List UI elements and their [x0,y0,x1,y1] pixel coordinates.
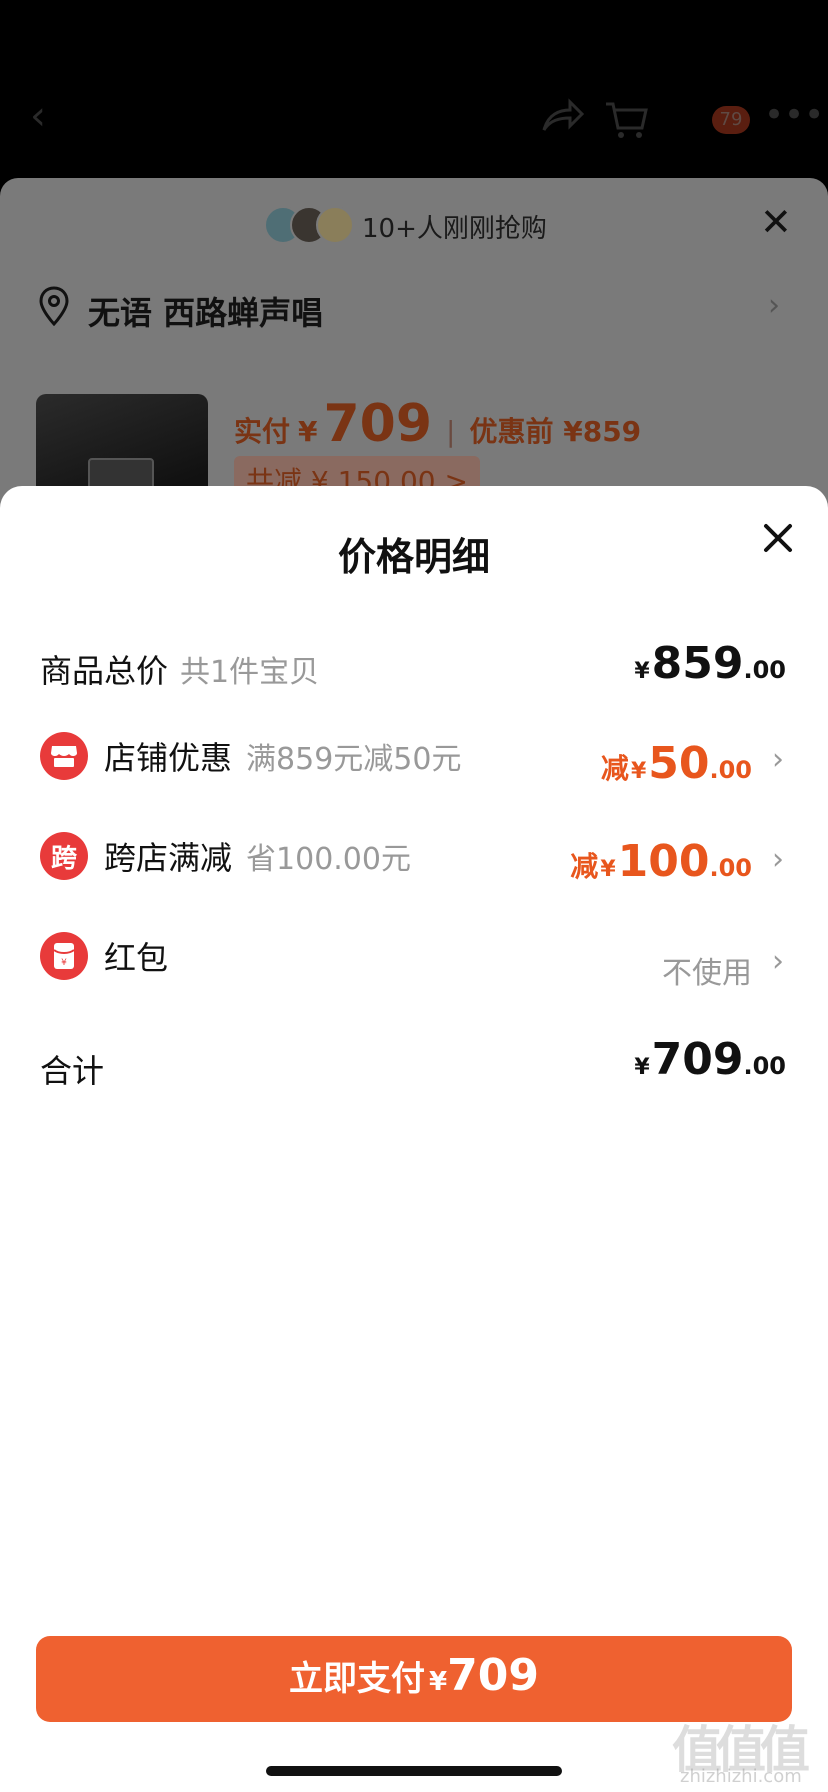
minus-prefix: 减 [570,850,599,883]
close-icon[interactable]: ✕ [760,200,792,244]
store-discount-amount[interactable]: 减 ¥ 50 .00 [601,738,752,789]
location-pin-icon [39,286,69,326]
top-navigation-bar: ‹ 79 ••• [0,0,828,178]
amount-integer: 100 [617,836,710,887]
cart-count-badge: 79 [712,106,750,134]
currency-symbol: ¥ [630,759,647,784]
red-packet-icon: ¥ [40,932,88,980]
cross-store-discount-amount[interactable]: 减 ¥ 100 .00 [570,836,752,887]
price-summary: 实付 ¥ 709 | 优惠前 ¥859 [234,394,641,454]
row-label: 合计 [40,1052,105,1090]
row-subtext: 满859元减50元 [246,742,462,777]
amount-decimal: .00 [709,854,752,882]
price-before-discount: 优惠前 ¥859 [469,415,642,448]
avatar [316,206,354,244]
amount-integer: 859 [651,638,744,689]
close-icon[interactable] [756,516,800,560]
pay-button-label: 立即支付 [289,1659,426,1699]
row-total: 合计 [40,1046,104,1092]
currency-symbol: ¥ [429,1667,448,1697]
amount-integer: 50 [648,738,710,789]
row-red-packet[interactable]: ¥ 红包 [40,932,168,980]
home-indicator[interactable] [266,1766,562,1776]
red-packet-value[interactable]: 不使用 [662,948,752,992]
row-subtext: 省100.00元 [246,842,411,877]
row-store-discount[interactable]: 店铺优惠 满859元减50元 [40,732,461,780]
watermark-text: zhizhizhi.com [680,1766,802,1787]
row-label: 跨店满减 [104,839,233,877]
row-subtext: 共1件宝贝 [180,655,320,690]
back-icon[interactable]: ‹ [30,96,46,136]
row-goods-total: 商品总价 共1件宝贝 [40,646,319,692]
currency-symbol: ¥ [298,415,318,448]
row-label: 商品总价 [40,652,169,690]
delivery-address[interactable]: 无语 西路蝉声唱 [88,288,323,334]
currency-symbol: ¥ [634,1055,650,1080]
goods-total-amount: ¥ 859 .00 [634,638,786,689]
row-label: 红包 [104,939,169,977]
divider: | [446,415,456,448]
row-cross-store-discount[interactable]: 跨 跨店满减 省100.00元 [40,832,411,880]
total-amount: ¥ 709 .00 [634,1034,786,1085]
store-icon [40,732,88,780]
chevron-right-icon[interactable]: › [772,944,784,979]
amount-decimal: .00 [709,756,752,784]
amount-integer: 709 [651,1034,744,1085]
actual-price: 709 [323,394,433,454]
svg-text:¥: ¥ [61,958,67,968]
cross-store-icon-text: 跨 [50,843,77,874]
cross-store-icon: 跨 [40,832,88,880]
chevron-right-icon[interactable]: › [772,842,784,877]
sheet-title: 价格明细 [337,535,490,579]
chevron-right-icon[interactable]: › [768,288,780,323]
currency-symbol: ¥ [634,659,650,684]
more-icon[interactable]: ••• [764,98,824,132]
cart-icon[interactable] [604,100,648,140]
currency-symbol: ¥ [600,857,616,882]
pay-amount: 709 [447,1650,539,1701]
price-detail-sheet: 价格明细 商品总价 共1件宝贝 ¥ 859 .00 店铺优惠 满859元减50元… [0,486,828,1792]
row-label: 店铺优惠 [104,739,233,777]
actual-pay-label: 实付 [234,415,291,448]
amount-decimal: .00 [743,1052,786,1080]
share-icon[interactable] [540,98,584,134]
minus-prefix: 减 [600,752,629,785]
recent-buyers-text: 10+人刚刚抢购 [362,214,547,244]
amount-decimal: .00 [743,656,786,684]
chevron-right-icon[interactable]: › [772,742,784,777]
